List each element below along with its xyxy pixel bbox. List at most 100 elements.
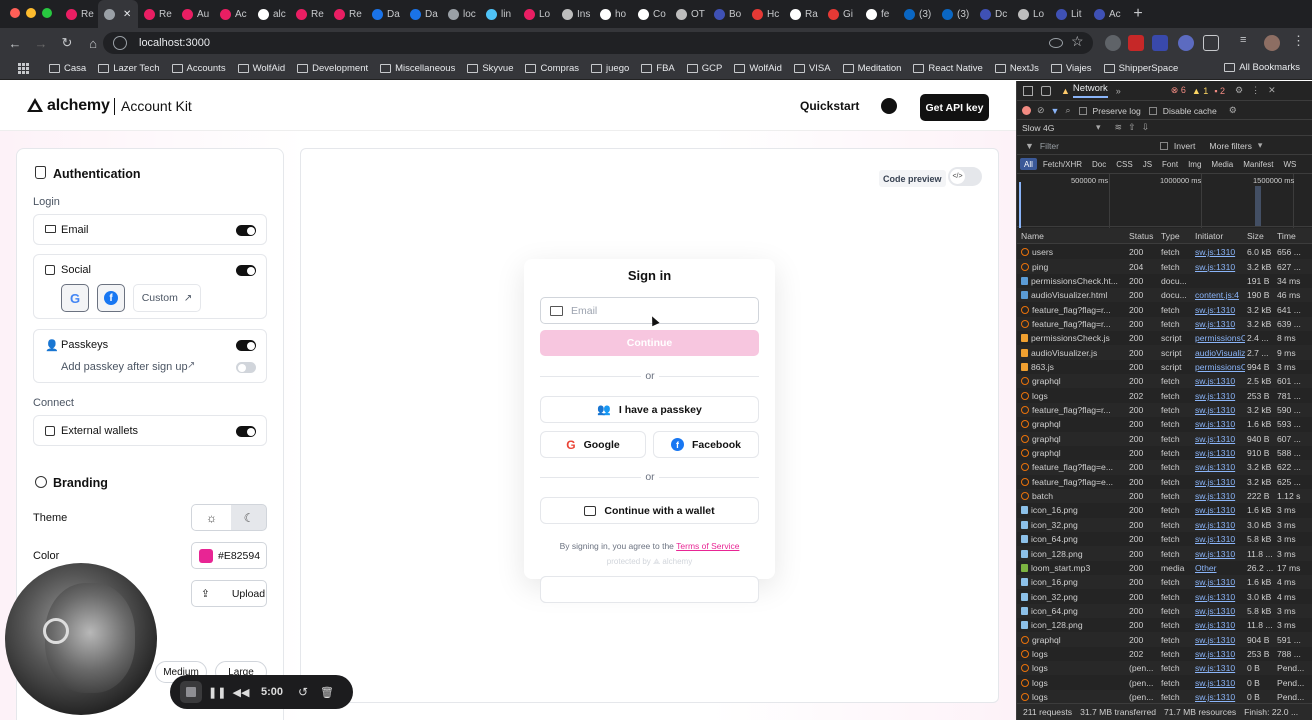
preserve-log-checkbox[interactable] [1078, 106, 1087, 115]
request-initiator[interactable]: content.js:4 [1193, 290, 1245, 300]
error-count[interactable]: ⊗ 6 [1171, 85, 1186, 96]
close-devtools-icon[interactable]: ✕ [1268, 85, 1276, 96]
light-theme-button[interactable]: ☼ [192, 505, 231, 530]
browser-tab[interactable]: Hc [746, 0, 784, 28]
request-initiator[interactable]: sw.js:1310 [1193, 692, 1245, 702]
social-toggle[interactable] [236, 265, 256, 276]
network-row[interactable]: graphql 200 fetch sw.js:1310 904 B 591 ... [1017, 632, 1312, 647]
browser-tab[interactable]: ho [594, 0, 632, 28]
request-initiator[interactable]: sw.js:1310 [1193, 477, 1245, 487]
col-time[interactable]: Time [1275, 231, 1312, 241]
bookmark-folder[interactable]: React Native [907, 63, 988, 74]
bookmark-folder[interactable]: Compras [519, 63, 585, 74]
browser-tab[interactable]: Au [176, 0, 214, 28]
browser-tab[interactable]: Da [366, 0, 404, 28]
request-initiator[interactable]: sw.js:1310 [1193, 305, 1245, 315]
network-row[interactable]: ping 204 fetch sw.js:1310 3.2 kB 627 ... [1017, 259, 1312, 274]
color-picker[interactable]: #E82594 [191, 542, 267, 569]
import-icon[interactable]: ⇧ [1128, 122, 1136, 133]
type-filter-chip[interactable]: CSS [1112, 158, 1136, 170]
record-icon[interactable] [1022, 106, 1031, 115]
tab-network[interactable]: Network [1072, 83, 1108, 98]
close-tab-icon[interactable]: ✕ [123, 9, 131, 20]
extensions-puzzle-icon[interactable] [1203, 35, 1219, 51]
network-row[interactable]: icon_32.png 200 fetch sw.js:1310 3.0 kB 4 ms [1017, 589, 1312, 603]
request-initiator[interactable]: sw.js:1310 [1193, 405, 1245, 415]
github-icon[interactable] [881, 98, 897, 114]
request-initiator[interactable]: sw.js:1310 [1193, 663, 1245, 673]
dark-theme-button[interactable]: ☾ [231, 505, 266, 530]
bookmark-folder[interactable]: VISA [788, 63, 837, 74]
network-row[interactable]: icon_16.png 200 fetch sw.js:1310 1.6 kB 3 ms [1017, 503, 1312, 517]
request-initiator[interactable]: sw.js:1310 [1193, 577, 1245, 587]
continue-button[interactable]: Continue [540, 330, 759, 356]
request-initiator[interactable]: permissionsC [1193, 362, 1245, 372]
bookmark-folder[interactable]: Development [291, 63, 374, 74]
add-passkey-toggle[interactable] [236, 362, 256, 373]
request-initiator[interactable]: sw.js:1310 [1193, 491, 1245, 501]
browser-tab[interactable]: Ac [214, 0, 252, 28]
passkey-button[interactable]: 👥 I have a passkey [540, 396, 759, 423]
filter-input[interactable]: Filter [1040, 141, 1154, 151]
request-initiator[interactable]: sw.js:1310 [1193, 462, 1245, 472]
browser-tab[interactable]: ✕ [98, 0, 138, 28]
filter-funnel-icon[interactable]: ▼ [1051, 106, 1060, 116]
network-row[interactable]: logs (pen... fetch sw.js:13100 B Pend... [1017, 661, 1312, 676]
network-row[interactable]: permissionsCheck.js 200 script permissionsC… [1017, 331, 1312, 345]
browser-tab[interactable]: Ac [1088, 0, 1126, 28]
network-row[interactable]: audioVisualizer.html 200 docu... content.js… [1017, 288, 1312, 303]
type-filter-chip[interactable]: Media [1207, 158, 1237, 170]
network-row[interactable]: graphql 200 fetch sw.js:1310 1.6 kB 593 ... [1017, 417, 1312, 431]
browser-tab[interactable]: loc [442, 0, 480, 28]
type-filter-chip[interactable]: Img [1184, 158, 1205, 170]
browser-tab[interactable]: OT [670, 0, 708, 28]
request-initiator[interactable]: permissionsC [1193, 333, 1245, 343]
request-initiator[interactable]: sw.js:1310 [1193, 592, 1245, 602]
close-window-dot[interactable] [10, 8, 20, 18]
browser-tab[interactable]: lin [480, 0, 518, 28]
all-bookmarks[interactable]: All Bookmarks [1224, 62, 1300, 73]
type-filter-chip[interactable]: Doc [1088, 158, 1110, 170]
request-initiator[interactable]: sw.js:1310 [1193, 505, 1245, 515]
request-initiator[interactable]: sw.js:1310 [1193, 319, 1245, 329]
type-filter-chip[interactable]: Fetch/XHR [1039, 158, 1086, 170]
bookmark-folder[interactable]: Miscellaneous [374, 63, 461, 74]
request-initiator[interactable]: Other [1193, 563, 1245, 573]
get-api-key-button[interactable]: Get API key [920, 94, 989, 121]
col-type[interactable]: Type [1159, 231, 1193, 241]
network-row[interactable]: feature_flag?flag=r... 200 fetch sw.js:1310… [1017, 302, 1312, 316]
search-icon[interactable]: ⌕ [1065, 105, 1070, 116]
browser-tab[interactable]: Bo [708, 0, 746, 28]
bookmark-folder[interactable]: GCP [681, 63, 729, 74]
bookmark-folder[interactable]: Viajes [1045, 63, 1098, 74]
site-info-icon[interactable] [113, 36, 127, 50]
settings-gear-icon[interactable]: ⚙ [1229, 105, 1237, 116]
col-name[interactable]: Name [1017, 231, 1127, 241]
bookmark-folder[interactable]: WolfAid [232, 63, 292, 74]
request-initiator[interactable]: sw.js:1310 [1193, 635, 1245, 645]
code-preview-toggle[interactable]: </> [948, 167, 982, 186]
profile-avatar[interactable] [1264, 35, 1280, 51]
type-filter-chip[interactable]: Font [1158, 158, 1182, 170]
request-initiator[interactable]: sw.js:1310 [1193, 448, 1245, 458]
network-row[interactable]: users 200 fetch sw.js:1310 6.0 kB 656 ... [1017, 245, 1312, 259]
network-row[interactable]: permissionsCheck.ht... 200 docu... 191 B 34 … [1017, 274, 1312, 288]
network-row[interactable]: batch 200 fetch sw.js:1310 222 B 1.12 s [1017, 488, 1312, 504]
restart-button[interactable]: ↺ [294, 685, 312, 699]
bookmark-folder[interactable]: Accounts [166, 63, 232, 74]
request-initiator[interactable]: sw.js:1310 [1193, 520, 1245, 530]
network-row[interactable]: graphql 200 fetch sw.js:1310 940 B 607 ... [1017, 431, 1312, 446]
browser-tab[interactable]: Re [138, 0, 176, 28]
wifi-icon[interactable]: ≋ [1115, 122, 1123, 133]
device-toolbar-icon[interactable] [1041, 85, 1051, 96]
rewind-button[interactable]: ◀◀ [232, 686, 250, 699]
network-row[interactable]: graphql 200 fetch sw.js:1310 910 B 588 ... [1017, 446, 1312, 460]
extension-icon-4[interactable] [1178, 35, 1194, 51]
browser-tab[interactable]: Re [60, 0, 98, 28]
issues-count[interactable]: ▪ 2 [1214, 86, 1225, 96]
type-filter-chip[interactable]: JS [1139, 158, 1156, 170]
google-provider-button[interactable]: G [61, 284, 89, 312]
network-row[interactable]: feature_flag?flag=e... 200 fetch sw.js:1310… [1017, 475, 1312, 489]
devtools-menu-icon[interactable]: ⋮ [1251, 85, 1260, 96]
browser-tab[interactable]: Ins [556, 0, 594, 28]
